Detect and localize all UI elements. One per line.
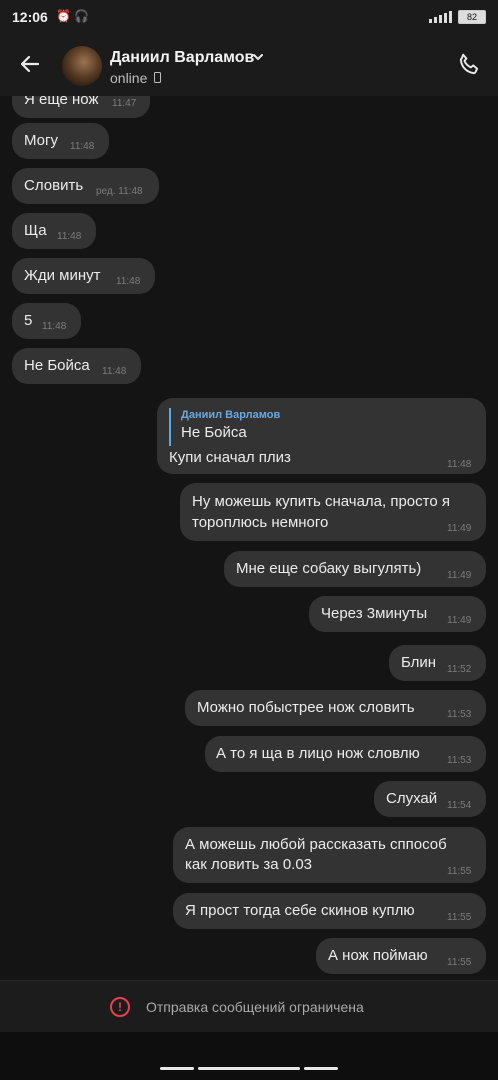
avatar[interactable] [62, 46, 102, 86]
message-text: Блин [401, 654, 437, 671]
incoming-message[interactable]: Могу 11:48 [12, 123, 109, 159]
message-text: А можешь любой рассказать сппособ [185, 836, 447, 853]
message-text: Не Бойса [24, 357, 90, 374]
message-time: 11:49 [447, 523, 472, 534]
message-text: Жди минут [24, 267, 101, 284]
message-time: 11:55 [447, 866, 472, 877]
message-text: Могу [24, 132, 58, 149]
warning-icon: ! [110, 997, 130, 1017]
contact-name[interactable]: Даниил Варламов [110, 49, 254, 67]
restriction-banner: ! Отправка сообщений ограничена [0, 980, 498, 1033]
signal-icon [429, 11, 452, 23]
chat-header: Даниил Варламов online [0, 36, 498, 96]
message-time: 11:48 [116, 276, 141, 287]
message-time: 11:48 [57, 231, 82, 242]
message-time: 11:48 [42, 321, 67, 332]
outgoing-message[interactable]: А то я ща в лицо нож словлю 11:53 [205, 736, 486, 772]
phone-call-icon[interactable] [456, 52, 482, 78]
message-text: Мне еще собаку выгулять) [236, 560, 422, 577]
message-time: 11:48 [102, 366, 127, 377]
incoming-message[interactable]: Я еще нож 11:47 [12, 96, 150, 118]
message-time: ред. 11:48 [96, 186, 143, 197]
contact-status: online [110, 70, 148, 86]
message-time: 11:53 [447, 709, 472, 720]
message-text: Словить [24, 177, 84, 194]
message-text: Ну можешь купить сначала, просто я [192, 493, 450, 510]
message-text: А то я ща в лицо нож словлю [216, 745, 420, 762]
outgoing-message[interactable]: Через 3минуты 11:49 [309, 596, 486, 632]
battery-icon: 82 [458, 10, 486, 24]
status-time: 12:06 [12, 9, 48, 25]
message-time: 11:48 [70, 141, 95, 152]
outgoing-message[interactable]: Я прост тогда себе скинов куплю 11:55 [173, 893, 486, 929]
quote-author: Даниил Варламов [181, 409, 281, 421]
status-bar: 12:06 ⏰ 🎧 82 [0, 0, 498, 36]
message-time: 11:54 [447, 800, 472, 811]
message-time: 11:48 [447, 459, 472, 470]
message-time: 11:47 [112, 98, 137, 109]
incoming-message[interactable]: Ща 11:48 [12, 213, 96, 249]
outgoing-message[interactable]: Можно побыстрее нож словить 11:53 [185, 690, 486, 726]
message-text: Через 3минуты [321, 605, 428, 622]
mobile-device-icon [154, 72, 161, 83]
message-list[interactable]: Я еще нож 11:47 Могу 11:48 Словить ред. … [0, 96, 498, 980]
message-text: тороплюсь немного [192, 514, 329, 531]
outgoing-message[interactable]: А нож поймаю 11:55 [316, 938, 486, 974]
outgoing-message[interactable]: А можешь любой рассказать сппособ как ло… [173, 827, 486, 883]
message-time: 11:52 [447, 664, 472, 675]
message-text: Можно побыстрее нож словить [197, 699, 415, 716]
quote-bar [169, 408, 171, 446]
incoming-message[interactable]: Жди минут 11:48 [12, 258, 155, 294]
nav-back-pill[interactable] [160, 1067, 194, 1070]
message-time: 11:55 [447, 957, 472, 968]
outgoing-reply-message[interactable]: Даниил Варламов Не Бойса Купи сначал пли… [157, 398, 486, 474]
message-time: 11:49 [447, 615, 472, 626]
outgoing-message[interactable]: Ну можешь купить сначала, просто я тороп… [180, 483, 486, 541]
message-time: 11:55 [447, 912, 472, 923]
outgoing-message[interactable]: Слухай 11:54 [374, 781, 486, 817]
message-time: 11:53 [447, 755, 472, 766]
restriction-text: Отправка сообщений ограничена [146, 999, 364, 1015]
chevron-down-icon[interactable] [252, 52, 264, 62]
outgoing-message[interactable]: Мне еще собаку выгулять) 11:49 [224, 551, 486, 587]
message-text: А нож поймаю [328, 947, 428, 964]
message-text: Я прост тогда себе скинов куплю [185, 902, 415, 919]
incoming-message[interactable]: Словить ред. 11:48 [12, 168, 159, 204]
message-time: 11:49 [447, 570, 472, 581]
message-text: Купи сначал плиз [169, 449, 291, 466]
message-text: 5 [24, 312, 33, 329]
outgoing-message[interactable]: Блин 11:52 [389, 645, 486, 681]
system-nav-bar [0, 1032, 498, 1080]
message-text: как ловить за 0.03 [185, 856, 313, 873]
quote-text: Не Бойса [181, 424, 247, 441]
message-text: Ща [24, 222, 47, 239]
nav-recents-pill[interactable] [304, 1067, 338, 1070]
message-text: Слухай [386, 790, 438, 807]
back-arrow-icon[interactable] [16, 50, 44, 78]
incoming-message[interactable]: Не Бойса 11:48 [12, 348, 141, 384]
nav-home-pill[interactable] [198, 1067, 300, 1070]
incoming-message[interactable]: 5 11:48 [12, 303, 81, 339]
alarm-headphones-icons: ⏰ 🎧 [56, 9, 90, 23]
message-text: Я еще нож [24, 96, 99, 108]
